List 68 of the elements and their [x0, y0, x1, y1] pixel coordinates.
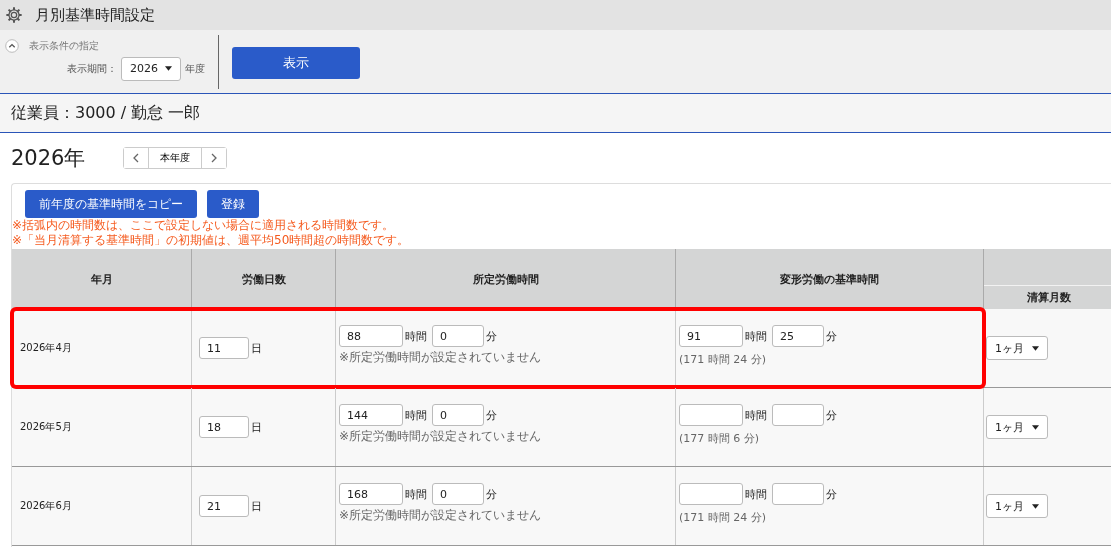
hours-input[interactable]: 168 — [339, 483, 403, 505]
year-heading: 2026年 — [11, 145, 86, 172]
period-label: 表示期間： — [67, 61, 117, 76]
toolbar-button[interactable]: 前年度の基準時間をコピー — [25, 190, 197, 218]
caret-icon — [1032, 424, 1039, 430]
settlement-dropdown[interactable]: 1ヶ月 — [986, 494, 1048, 518]
caret-icon — [1032, 345, 1039, 351]
caret-icon — [1032, 503, 1039, 509]
unit-label: 時間 — [405, 328, 427, 344]
unit-label: 時間 — [745, 407, 767, 423]
unit-label: 分 — [826, 486, 837, 502]
chevron-left-icon — [133, 153, 140, 163]
unit-label: 分 — [826, 328, 837, 344]
warning-text: ※所定労働時間が設定されていません — [339, 428, 542, 445]
unit-label: 分 — [486, 328, 497, 344]
hours-input[interactable] — [679, 483, 743, 505]
column-header: 労働日数 — [192, 249, 336, 309]
minutes-input[interactable] — [772, 483, 824, 505]
unit-label: 分 — [486, 486, 497, 502]
month-label: 2026年4月 — [20, 341, 72, 355]
month-label: 2026年6月 — [20, 499, 72, 513]
unit-label: 時間 — [745, 486, 767, 502]
chevron-right-icon — [211, 153, 218, 163]
hours-input[interactable]: 144 — [339, 404, 403, 426]
note-text: ※「当月清算する基準時間」の初期値は、週平均50時間超の時間数です。 — [12, 233, 411, 248]
default-hours-text: (177 時間 6 分) — [679, 431, 760, 446]
column-header: 清算月数 — [1026, 290, 1072, 306]
warning-text: ※所定労働時間が設定されていません — [339, 507, 542, 524]
column-header: 所定労働時間 — [336, 249, 676, 309]
section-label: 表示条件の指定 — [29, 38, 99, 53]
unit-label: 日 — [251, 498, 262, 514]
caret-icon — [165, 66, 172, 71]
minutes-input[interactable]: 0 — [432, 483, 484, 505]
days-input[interactable]: 21 — [199, 495, 249, 517]
unit-label: 日 — [251, 340, 262, 356]
unit-label: 分 — [486, 407, 497, 423]
unit-label: 日 — [251, 419, 262, 435]
hours-input[interactable]: 88 — [339, 325, 403, 347]
year-dropdown[interactable]: 2026 — [121, 56, 181, 81]
collapse-icon[interactable] — [5, 38, 19, 53]
employee-label: 従業員：3000 / 勤怠 一郎 — [11, 102, 201, 124]
unit-label: 時間 — [405, 486, 427, 502]
minutes-input[interactable]: 0 — [432, 404, 484, 426]
days-input[interactable]: 18 — [199, 416, 249, 438]
default-hours-text: (171 時間 24 分) — [679, 352, 767, 367]
note-text: ※括弧内の時間数は、ここで設定しない場合に適用される時間数です。 — [12, 218, 396, 233]
unit-label: 時間 — [405, 407, 427, 423]
column-header: 変形労働の基準時間 — [676, 249, 984, 309]
settlement-dropdown[interactable]: 1ヶ月 — [986, 415, 1048, 439]
page-title: 月別基準時間設定 — [35, 5, 155, 25]
warning-text: ※所定労働時間が設定されていません — [339, 349, 542, 366]
settings-icon[interactable] — [5, 6, 23, 24]
toolbar-button[interactable]: 登録 — [207, 190, 259, 218]
unit-label: 時間 — [745, 328, 767, 344]
settlement-dropdown[interactable]: 1ヶ月 — [986, 336, 1048, 360]
hours-input[interactable] — [679, 404, 743, 426]
column-header: 年月 — [12, 249, 192, 309]
minutes-input[interactable] — [772, 404, 824, 426]
hours-input[interactable]: 91 — [679, 325, 743, 347]
current-year-button[interactable]: 本年度 — [148, 148, 203, 168]
minutes-input[interactable]: 25 — [772, 325, 824, 347]
minutes-input[interactable]: 0 — [432, 325, 484, 347]
days-input[interactable]: 11 — [199, 337, 249, 359]
month-label: 2026年5月 — [20, 420, 72, 434]
default-hours-text: (171 時間 24 分) — [679, 510, 767, 525]
year-unit: 年度 — [185, 61, 205, 76]
unit-label: 分 — [826, 407, 837, 423]
show-button[interactable]: 表示 — [232, 46, 360, 79]
